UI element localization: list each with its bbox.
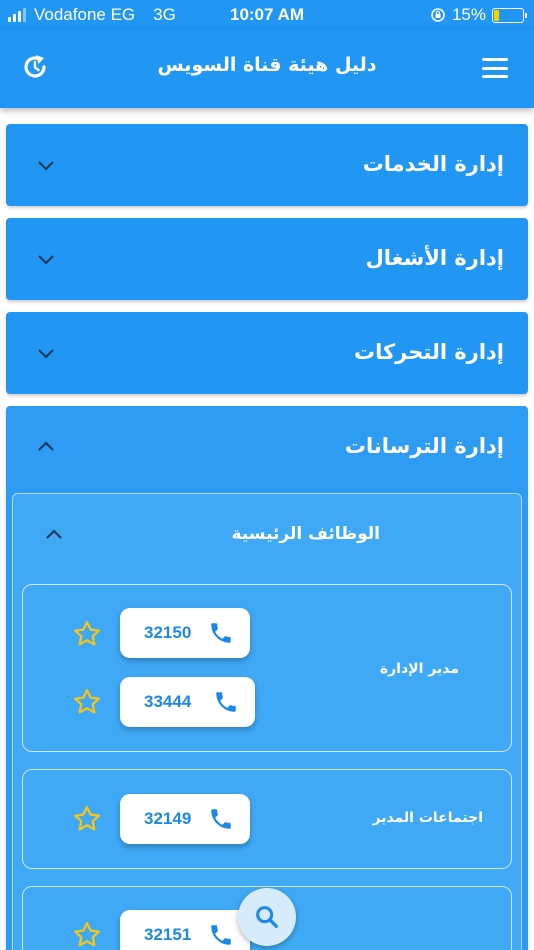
chevron-up-icon[interactable] [44,528,64,542]
chevron-down-icon [38,255,54,265]
phone-number: 32149 [144,809,192,828]
phone-icon [216,692,236,712]
chevron-down-icon [38,161,54,171]
section-title[interactable]: الوظائف الرئيسية [232,524,380,544]
department-title: إدارة الأشغال [365,246,504,270]
role-label: اجتماعات المدير [372,810,483,826]
battery-icon [492,7,527,23]
contact-card: مدير الإدارة [22,584,512,752]
phone-icon [211,809,231,829]
phone-number: 32150 [144,623,192,642]
favorite-star-icon[interactable] [72,687,102,717]
department-title: إدارة الخدمات [362,152,504,176]
search-button[interactable] [238,888,296,946]
phone-icon [211,623,231,643]
favorite-star-icon[interactable] [72,804,102,834]
phone-number: 32151 [144,925,192,944]
menu-button[interactable] [482,58,508,78]
department-title: إدارة التحركات [353,340,504,364]
department-title[interactable]: إدارة الترسانات [345,434,504,458]
chevron-down-icon [38,349,54,359]
status-right: 15% [430,5,527,25]
phone-number: 33444 [144,692,192,711]
department-panel-services[interactable]: إدارة الخدمات [6,124,528,206]
rotation-lock-icon [431,8,445,22]
role-label: مدير الإدارة [379,661,459,677]
favorite-star-icon[interactable] [72,619,102,649]
app-bar: دليل هيئة قناة السويس [0,30,534,108]
battery-percent: 15% [451,5,486,24]
status-bar: Vodafone EG 3G 10:07 AM 15% [0,0,534,30]
favorite-star-icon[interactable] [72,920,102,950]
phone-button[interactable]: 32151 [120,910,250,950]
hamburger-icon [482,58,508,61]
app-title: دليل هيئة قناة السويس [157,54,377,76]
phone-icon [211,925,231,945]
phone-button[interactable]: 33444 [120,677,255,727]
battery-level [494,9,499,21]
phone-button[interactable]: 32149 [120,794,250,844]
search-icon [256,906,278,928]
phone-button[interactable]: 32150 [120,608,250,658]
department-panel-works[interactable]: إدارة الأشغال [6,218,528,300]
chevron-up-icon[interactable] [36,440,56,454]
department-panel-movements[interactable]: إدارة التحركات [6,312,528,394]
